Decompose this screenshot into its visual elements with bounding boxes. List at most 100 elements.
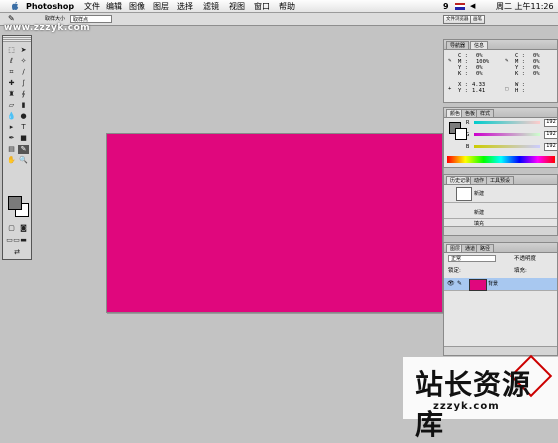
channel-label: G <box>466 132 470 138</box>
gradient-tool-icon[interactable]: ▮ <box>18 101 29 110</box>
green-slider[interactable] <box>474 133 540 136</box>
logo-url: zzzyk.com <box>433 401 500 412</box>
tab-styles[interactable]: 样式 <box>476 109 495 117</box>
standard-mode-icon[interactable]: ▢ <box>6 224 17 233</box>
info-value: 0% <box>476 71 483 77</box>
history-bottom-bar <box>444 226 557 235</box>
menubar-clock[interactable]: 周二 上午11:26 <box>496 1 554 12</box>
path-selection-tool-icon[interactable]: ▸ <box>6 123 17 132</box>
info-label: Y : <box>458 88 468 94</box>
lock-label: 锁定: <box>448 268 461 274</box>
speaker-icon[interactable]: ◀ <box>470 1 475 12</box>
blur-tool-icon[interactable]: 💧 <box>6 112 17 121</box>
screen-mode-full-icon[interactable]: ▬ <box>20 236 27 245</box>
sample-size-label: 取样大小 <box>45 16 66 22</box>
foreground-color-swatch[interactable] <box>8 196 22 210</box>
screen-mode-standard-icon[interactable]: ▭ <box>6 236 13 245</box>
slice-tool-icon[interactable]: ∕ <box>18 68 29 77</box>
marquee-tool-icon[interactable]: ⬚ <box>6 46 17 55</box>
blue-slider[interactable] <box>474 145 540 148</box>
zoom-tool-icon[interactable]: 🔍 <box>18 156 29 165</box>
menu-image[interactable]: 图像 <box>129 1 145 12</box>
crosshair-icon: + <box>448 86 452 92</box>
menu-filter[interactable]: 滤镜 <box>203 1 219 12</box>
info-label: K : <box>515 71 525 77</box>
info-label: K : <box>458 71 468 77</box>
shape-tool-icon[interactable]: ■ <box>18 134 29 143</box>
apple-icon[interactable] <box>10 1 20 11</box>
menu-bar: Photoshop 文件 编辑 图像 图层 选择 滤镜 视图 窗口 帮助 9 ◀… <box>0 0 558 13</box>
color-spectrum-bar[interactable] <box>447 156 555 163</box>
brushes-tab[interactable]: 画笔 <box>470 15 485 24</box>
eraser-tool-icon[interactable]: ▱ <box>6 101 17 110</box>
site-logo-watermark: 站长资源库 zzzyk.com <box>403 354 558 441</box>
crop-tool-icon[interactable]: ⌗ <box>6 68 17 77</box>
notes-tool-icon[interactable]: ▤ <box>6 145 17 154</box>
hand-tool-icon[interactable]: ✋ <box>6 156 17 165</box>
channel-label: B <box>466 144 470 150</box>
sample-size-select[interactable]: 取样点 <box>70 15 112 23</box>
magic-wand-tool-icon[interactable]: ✧ <box>18 57 29 66</box>
lasso-tool-icon[interactable]: ℓ <box>6 57 17 66</box>
type-tool-icon[interactable]: T <box>18 123 29 132</box>
menubar-badge[interactable]: 9 <box>443 1 449 12</box>
layer-name: 背景 <box>488 281 499 287</box>
info-value: 1.41 <box>472 88 486 94</box>
screen-mode-menubar-icon[interactable]: ▭ <box>13 236 20 245</box>
brush-tool-icon[interactable]: ∫ <box>18 79 29 88</box>
info-label: H : <box>515 88 525 94</box>
channel-label: R <box>466 120 470 126</box>
menu-help[interactable]: 帮助 <box>279 1 295 12</box>
eyedropper-tool-icon[interactable]: ✎ <box>8 14 15 23</box>
menu-layer[interactable]: 图层 <box>153 1 169 12</box>
red-slider[interactable] <box>474 121 540 124</box>
layers-bottom-bar <box>444 346 557 355</box>
move-tool-icon[interactable]: ➤ <box>18 46 29 55</box>
fill-label: 填充: <box>514 268 527 274</box>
info-value: 0% <box>533 71 540 77</box>
eyedropper-icon: ✎ <box>505 58 509 64</box>
flag-icon[interactable] <box>455 3 465 10</box>
toolbox: ⬚ ➤ ℓ ✧ ⌗ ∕ ✚ ∫ ♜ ∮ ▱ ▮ 💧 ● ▸ T ✒ ■ ▤ ✎ … <box>2 35 32 260</box>
history-panel: 历史记录 动作 工具预设 新建 新建 填充 <box>443 174 558 236</box>
eyedropper-icon: ✎ <box>448 58 452 64</box>
menu-view[interactable]: 视图 <box>229 1 245 12</box>
green-value-input[interactable]: 192 <box>544 131 557 139</box>
tab-info[interactable]: 信息 <box>470 41 489 49</box>
dodge-tool-icon[interactable]: ● <box>18 112 29 121</box>
blue-value-input[interactable]: 192 <box>544 143 557 151</box>
menu-file[interactable]: 文件 <box>84 1 100 12</box>
snapshot-label: 新建 <box>474 191 485 197</box>
watermark-url: www.zzzyk.com <box>4 23 91 33</box>
quick-mask-icon[interactable]: ◙ <box>18 224 29 233</box>
tab-navigator[interactable]: 导航器 <box>446 41 470 49</box>
info-panel: 导航器 信息 ✎ C : M : Y : K : 0% 100% 0% 0% ✎… <box>443 39 558 103</box>
file-browser-tab[interactable]: 文件浏览器 <box>443 15 472 24</box>
toolbox-title-bar[interactable] <box>3 36 31 42</box>
eyedropper-tool-icon[interactable]: ✎ <box>18 145 29 154</box>
eye-icon[interactable]: 👁 <box>447 280 455 287</box>
document-canvas[interactable] <box>106 133 443 313</box>
app-menu[interactable]: Photoshop <box>26 1 74 12</box>
layer-thumbnail <box>469 279 487 291</box>
history-item-label: 新建 <box>474 210 485 216</box>
blend-mode-select[interactable]: 正常 <box>448 255 496 262</box>
menu-edit[interactable]: 编辑 <box>106 1 122 12</box>
opacity-label: 不透明度 <box>514 256 537 262</box>
layers-panel: 图层 通道 路径 正常 不透明度 锁定: 填充: 背景 👁 ✎ <box>443 242 558 356</box>
selection-size-icon: ⬚ <box>505 86 509 92</box>
history-brush-tool-icon[interactable]: ∮ <box>18 90 29 99</box>
history-item[interactable]: 新建 <box>444 208 557 219</box>
menu-select[interactable]: 选择 <box>177 1 193 12</box>
pen-tool-icon[interactable]: ✒ <box>6 134 17 143</box>
menu-window[interactable]: 窗口 <box>254 1 270 12</box>
jump-to-imageready-icon[interactable]: ⇄ <box>6 248 28 257</box>
color-panel: 颜色 色板 样式 R G B 192 192 192 <box>443 107 558 168</box>
clone-stamp-tool-icon[interactable]: ♜ <box>6 90 17 99</box>
tab-paths[interactable]: 路径 <box>476 244 495 252</box>
brush-link-icon: ✎ <box>457 280 463 287</box>
tab-tool-presets[interactable]: 工具预设 <box>486 176 515 184</box>
healing-brush-tool-icon[interactable]: ✚ <box>6 79 17 88</box>
snapshot-thumbnail <box>456 187 472 201</box>
red-value-input[interactable]: 192 <box>544 119 557 127</box>
